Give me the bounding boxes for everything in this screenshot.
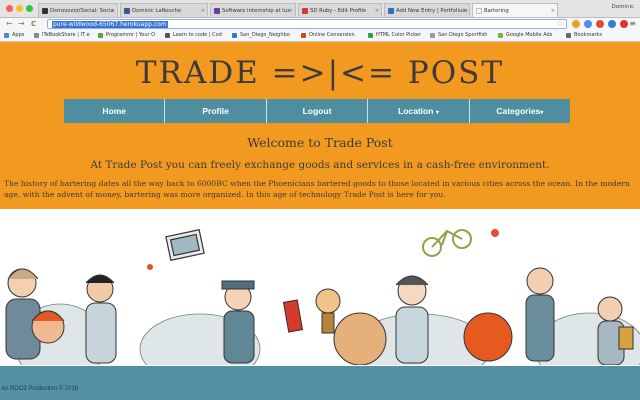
close-tab-icon[interactable]: × — [289, 4, 293, 17]
browser-tab[interactable]: Software internship at lux × — [210, 3, 296, 17]
forward-icon[interactable]: → — [18, 18, 25, 30]
bookmark-icon — [498, 33, 503, 38]
bookmark-item[interactable]: Apps — [4, 30, 38, 41]
nav-label: Location — [398, 106, 434, 116]
main-nav: Home Profile Logout Location ▾ Categorie… — [64, 99, 570, 123]
browser-tabstrip: Dsmzzzzzz/Social: Socia × Dominic LaRouc… — [0, 0, 640, 18]
bookmark-item[interactable]: Online Conversion — [301, 30, 371, 41]
nav-label: Home — [102, 106, 127, 116]
bookmark-icon — [430, 33, 435, 38]
bookmark-item[interactable]: Programmr | Your O — [98, 30, 168, 41]
bookmark-item[interactable]: HTML Color Picker — [368, 30, 434, 41]
url-text[interactable]: pure-wildwood-65067.herokuapp.com — [52, 21, 168, 28]
bookmarks-bar: Apps ITeBookShare | IT e Programmr | You… — [0, 30, 640, 42]
bookmark-label: San_Diego_Neighbo — [240, 32, 290, 38]
tab-label: Software internship at lux — [222, 8, 291, 14]
nav-location-dropdown[interactable]: Location ▾ — [368, 99, 470, 123]
bookmark-icon — [98, 33, 103, 38]
bookmark-label: Apps — [12, 32, 25, 38]
close-tab-icon[interactable]: × — [375, 4, 379, 17]
nav-label: Logout — [302, 106, 332, 116]
folder-icon — [566, 33, 571, 38]
footer-copyright: An RDO3 Production © 2016 — [1, 386, 79, 392]
bookmark-label: San Diego Sportfish — [438, 32, 488, 38]
extension-icon[interactable] — [596, 20, 604, 28]
browser-menu-icon[interactable]: ≡ — [629, 18, 636, 30]
browser-tab[interactable]: Dominic LaRouche × — [120, 3, 208, 17]
bookmark-label: HTML Color Picker — [376, 32, 422, 38]
browser-tab[interactable]: SD Ruby - Edit Profile × — [298, 3, 382, 17]
ruby-icon — [302, 8, 308, 14]
bookmark-label: Bookmarks — [574, 32, 602, 38]
tagline: At Trade Post you can freely exchange go… — [90, 159, 550, 171]
site-footer: An RDO3 Production © 2016 — [0, 366, 640, 400]
bookmark-item[interactable]: Bookmarks — [566, 30, 624, 41]
extension-icon[interactable] — [584, 20, 592, 28]
apps-icon — [4, 33, 9, 38]
bookmark-icon — [368, 33, 373, 38]
bookmark-icon — [165, 33, 170, 38]
bookmark-item[interactable]: San_Diego_Neighbo — [232, 30, 304, 41]
nav-label: Profile — [202, 106, 229, 116]
nav-label: Categories — [496, 106, 541, 116]
bookmark-label: ITeBookShare | IT e — [42, 32, 90, 38]
github-icon — [42, 8, 48, 14]
extension-icon[interactable] — [620, 20, 628, 28]
extension-icon[interactable] — [572, 20, 580, 28]
bookmark-label: Programmr | Your O — [106, 32, 156, 38]
bookmark-item[interactable]: Google Mobile Ads — [498, 30, 568, 41]
bookmark-icon — [34, 33, 39, 38]
site-title: TRADE =>|<= POST — [135, 55, 505, 91]
tab-label: SD Ruby - Edit Profile — [310, 8, 367, 14]
bookmark-icon — [301, 33, 306, 38]
facebook-icon — [124, 8, 130, 14]
extension-icon[interactable] — [608, 20, 616, 28]
maximize-window-icon[interactable] — [26, 5, 33, 12]
tab-label: Dominic LaRouche — [132, 8, 182, 14]
close-tab-icon[interactable]: × — [201, 4, 205, 17]
close-window-icon[interactable] — [6, 5, 13, 12]
back-icon[interactable]: ← — [6, 18, 13, 30]
welcome-heading: Welcome to Trade Post — [247, 135, 393, 150]
tab-label: Add New Entry | Portfolium — [396, 8, 468, 14]
history-paragraph: The history of bartering dates all the w… — [4, 179, 630, 199]
tab-label: Dsmzzzzzz/Social: Socia — [50, 8, 114, 14]
portfolium-icon — [388, 8, 394, 14]
page-icon — [476, 8, 482, 14]
bookmark-label: Google Mobile Ads — [506, 32, 553, 38]
bartering-illustration — [5, 229, 640, 365]
minimize-window-icon[interactable] — [16, 5, 23, 12]
browser-toolbar: ← → C pure-wildwood-65067.herokuapp.com … — [0, 18, 640, 30]
reload-icon[interactable]: C — [31, 18, 36, 30]
bookmark-label: Online Conversion — [309, 32, 355, 38]
nav-categories-dropdown[interactable]: Categories▾ — [470, 99, 570, 123]
browser-tab[interactable]: Add New Entry | Portfolium × — [384, 3, 470, 17]
browser-tab-active[interactable]: Bartering × — [472, 3, 558, 17]
bookmark-label: Learn to code | Cod — [173, 32, 222, 38]
profile-name[interactable]: Dominic — [611, 4, 634, 10]
nav-logout[interactable]: Logout — [267, 99, 369, 123]
tab-label: Bartering — [484, 8, 509, 14]
nav-home[interactable]: Home — [64, 99, 166, 123]
bookmark-star-icon[interactable]: ☆ — [557, 20, 563, 28]
bookmark-item[interactable]: Learn to code | Cod — [165, 30, 235, 41]
web-page: TRADE =>|<= POST Home Profile Logout Loc… — [0, 42, 640, 400]
hero-section: TRADE =>|<= POST Home Profile Logout Loc… — [0, 42, 640, 209]
chevron-down-icon: ▾ — [435, 110, 439, 116]
bookmark-icon — [232, 33, 237, 38]
address-bar[interactable]: pure-wildwood-65067.herokuapp.com ☆ — [47, 19, 567, 29]
bookmark-item[interactable]: San Diego Sportfish — [430, 30, 502, 41]
nav-profile[interactable]: Profile — [165, 99, 267, 123]
close-tab-icon[interactable]: × — [551, 4, 555, 17]
site-icon — [214, 8, 220, 14]
chevron-down-icon: ▾ — [540, 110, 544, 116]
close-tab-icon[interactable]: × — [463, 4, 467, 17]
browser-tab[interactable]: Dsmzzzzzz/Social: Socia × — [38, 3, 118, 17]
bookmark-item[interactable]: ITeBookShare | IT e — [34, 30, 102, 41]
close-tab-icon[interactable]: × — [111, 4, 115, 17]
